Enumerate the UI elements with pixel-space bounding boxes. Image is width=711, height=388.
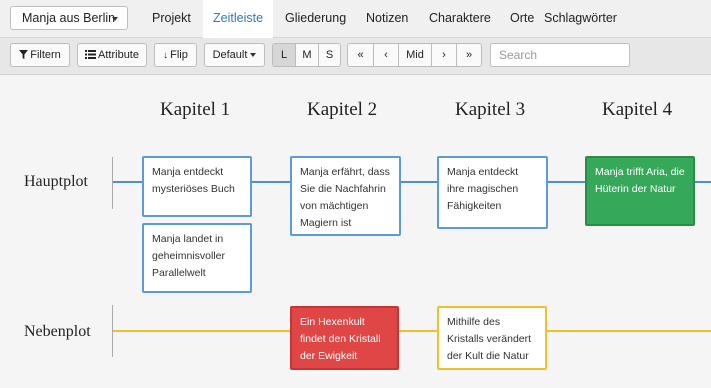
scroll-start-button[interactable]: «: [348, 44, 373, 66]
scene-card-highlighted[interactable]: Ein Hexenkult findet den Kristall der Ew…: [290, 306, 399, 370]
tab-charaktere[interactable]: Charaktere: [419, 0, 501, 37]
scene-card[interactable]: Manja landet in geheimnisvoller Parallel…: [142, 223, 252, 293]
tab-projekt[interactable]: Projekt: [142, 0, 201, 37]
timeline-canvas: Kapitel 1 Kapitel 2 Kapitel 3 Kapitel 4 …: [0, 75, 711, 388]
scroll-mid-button[interactable]: Mid: [398, 44, 431, 66]
arrow-down-icon: ↓: [163, 50, 169, 61]
flip-label: Flip: [170, 49, 188, 61]
filter-button[interactable]: Filtern: [10, 43, 70, 67]
chapter-header[interactable]: Kapitel 2: [307, 99, 377, 121]
chapter-header[interactable]: Kapitel 4: [602, 99, 672, 121]
plotline-label[interactable]: Nebenplot: [24, 323, 91, 341]
default-dropdown[interactable]: Default: [204, 43, 265, 67]
chevron-down-icon: [112, 17, 118, 21]
plotline-label[interactable]: Hauptplot: [24, 173, 88, 191]
size-medium-button[interactable]: M: [295, 44, 318, 66]
scene-card[interactable]: Manja entdeckt ihre magischen Fähigkeite…: [437, 156, 548, 229]
scene-card[interactable]: Manja entdeckt mysteriöses Buch: [142, 156, 252, 217]
plotline-line-nebenplot: [113, 330, 711, 332]
attributes-label: Attribute: [98, 49, 139, 61]
scene-card-highlighted[interactable]: Manja trifft Aria, die Hüterin der Natur: [585, 156, 695, 226]
scroll-left-button[interactable]: ‹: [373, 44, 398, 66]
size-small-button[interactable]: S: [318, 44, 340, 66]
tab-gliederung[interactable]: Gliederung: [275, 0, 356, 37]
size-toggle-group: L M S: [272, 43, 341, 67]
scroll-end-button[interactable]: »: [456, 44, 481, 66]
chapter-header[interactable]: Kapitel 1: [160, 99, 230, 121]
scroll-right-button[interactable]: ›: [431, 44, 456, 66]
filter-label: Filtern: [30, 49, 61, 61]
chapter-header[interactable]: Kapitel 3: [455, 99, 525, 121]
flip-button[interactable]: ↓ Flip: [154, 43, 197, 67]
project-select-button[interactable]: Manja aus Berlin: [10, 6, 128, 30]
search-input[interactable]: [490, 43, 630, 67]
project-name: Manja aus Berlin: [22, 11, 116, 25]
plotline-divider: [112, 157, 113, 209]
tab-schlagwoerter[interactable]: Schlagwörter: [534, 0, 627, 37]
top-nav-bar: Manja aus Berlin Projekt Zeitleiste Glie…: [0, 0, 711, 38]
scene-card[interactable]: Mithilfe des Kristalls verändert der Kul…: [437, 306, 547, 370]
attributes-button[interactable]: Attribute: [77, 43, 147, 67]
tab-notizen[interactable]: Notizen: [356, 0, 418, 37]
list-icon: [85, 50, 97, 59]
size-large-button[interactable]: L: [273, 44, 295, 66]
scroll-nav-group: « ‹ Mid › »: [347, 43, 482, 67]
chevron-down-icon: [250, 53, 257, 58]
scene-card[interactable]: Manja erfährt, dass Sie die Nachfahrin v…: [290, 156, 401, 236]
default-label: Default: [212, 49, 248, 61]
tab-zeitleiste[interactable]: Zeitleiste: [203, 0, 274, 38]
timeline-toolbar: Filtern Attribute ↓ Flip Default L M S « …: [0, 38, 711, 75]
filter-icon: [19, 50, 29, 59]
